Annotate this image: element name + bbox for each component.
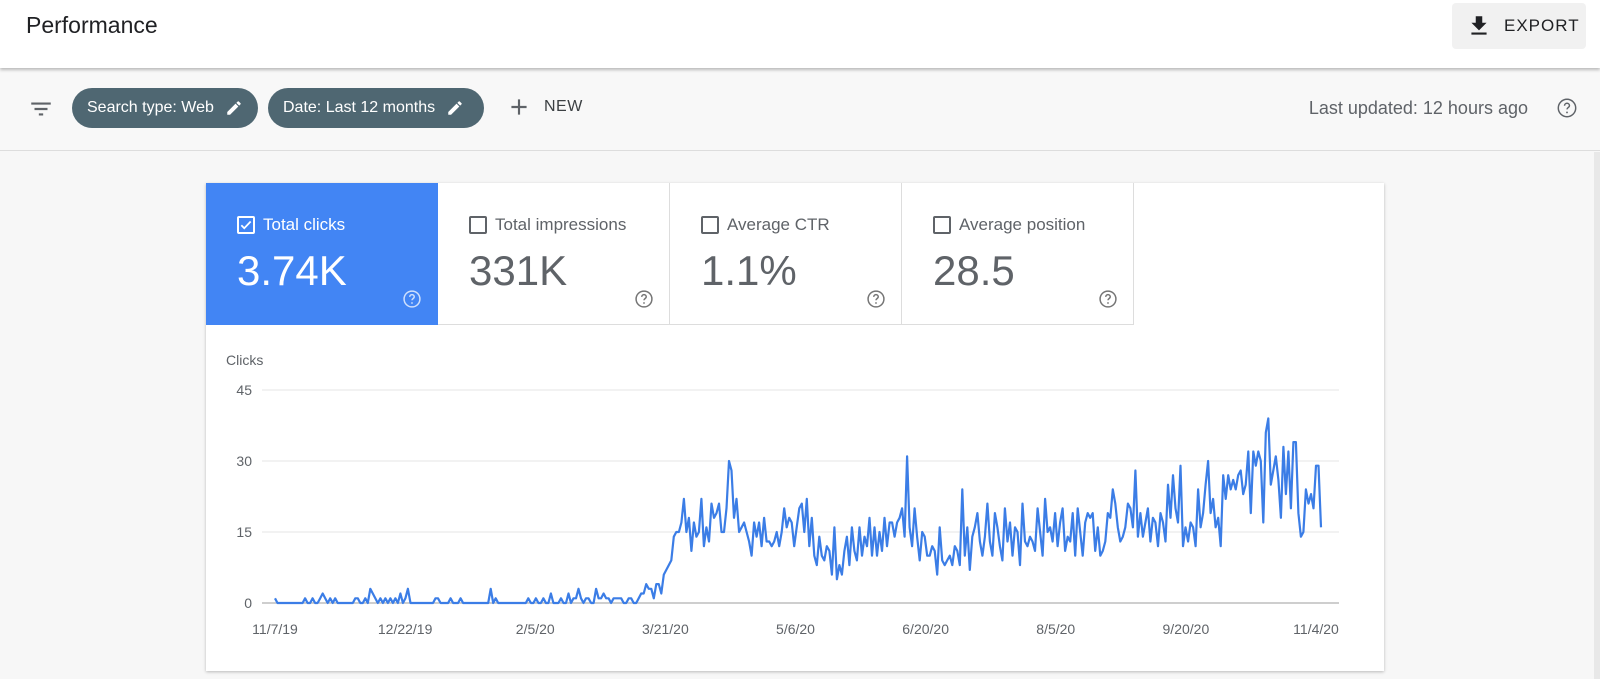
x-tick-label: 12/22/19 [378,621,433,637]
clicks-chart[interactable]: Clicks 0 15 30 45 11/7/19 12/22/19 2/5/20 3/21… [206,325,1384,671]
metric-value: 3.74K [237,247,347,294]
plus-icon [511,99,527,115]
metric-value: 1.1% [701,247,797,294]
checkbox-icon [933,216,951,234]
metric-label: Average CTR [727,215,830,234]
x-tick-label: 8/5/20 [1036,621,1075,637]
y-tick-label: 15 [236,524,252,540]
last-updated-text: Last updated: 12 hours ago [1308,98,1528,118]
y-axis-label: Clicks [226,352,263,368]
export-button[interactable]: EXPORT [1452,3,1586,49]
x-tick-label: 11/4/20 [1293,621,1339,637]
metric-total-impressions[interactable]: Total impressions 331K [438,183,670,325]
pencil-icon [227,101,241,115]
date-chip[interactable]: Date: Last 12 months [268,88,484,128]
filter-icon[interactable] [28,96,54,122]
checkbox-checked-icon [237,216,255,234]
y-tick-label: 0 [244,595,252,611]
filter-bar: Search type: Web Date: Last 12 months NE… [0,68,1600,151]
y-tick-label: 45 [236,382,252,398]
x-tick-label: 5/6/20 [776,621,815,637]
metric-average-position[interactable]: Average position 28.5 [902,183,1134,325]
x-tick-label: 6/20/20 [902,621,949,637]
export-label: EXPORT [1504,16,1580,35]
clicks-series-line [274,417,1323,605]
checkbox-icon [701,216,719,234]
download-icon [1471,16,1487,35]
scrollbar[interactable] [1594,152,1600,679]
top-app-bar: Performance EXPORT [0,0,1600,68]
new-label: NEW [544,98,583,115]
metric-label: Average position [959,215,1086,234]
help-icon[interactable] [866,289,886,309]
metric-value: 331K [469,247,568,294]
x-tick-label: 2/5/20 [516,621,555,637]
help-icon[interactable] [402,289,422,309]
x-tick-label: 9/20/20 [1163,621,1210,637]
chip-label: Date: Last 12 months [283,99,436,116]
page-title: Performance [26,12,158,38]
metric-value: 28.5 [933,247,1015,294]
x-tick-label: 11/7/19 [252,621,298,637]
pencil-icon [448,101,462,115]
x-tick-label: 3/21/20 [642,621,689,637]
help-icon[interactable] [634,289,654,309]
help-icon[interactable] [1098,289,1118,309]
chip-label: Search type: Web [87,99,214,116]
metric-average-ctr[interactable]: Average CTR 1.1% [670,183,902,325]
metric-label: Total clicks [263,215,346,234]
new-filter-button[interactable]: NEW [506,94,583,120]
checkbox-icon [469,216,487,234]
chart-svg: Clicks 0 15 30 45 11/7/19 12/22/19 2/5/20 3/21… [226,352,1339,637]
metric-total-clicks[interactable]: Total clicks 3.74K [206,183,438,325]
help-icon[interactable] [1556,97,1578,119]
search-type-chip[interactable]: Search type: Web [72,88,258,128]
performance-card: Total clicks 3.74K Total impressions 331… [206,183,1384,671]
metric-label: Total impressions [495,215,627,234]
y-tick-label: 30 [236,453,252,469]
